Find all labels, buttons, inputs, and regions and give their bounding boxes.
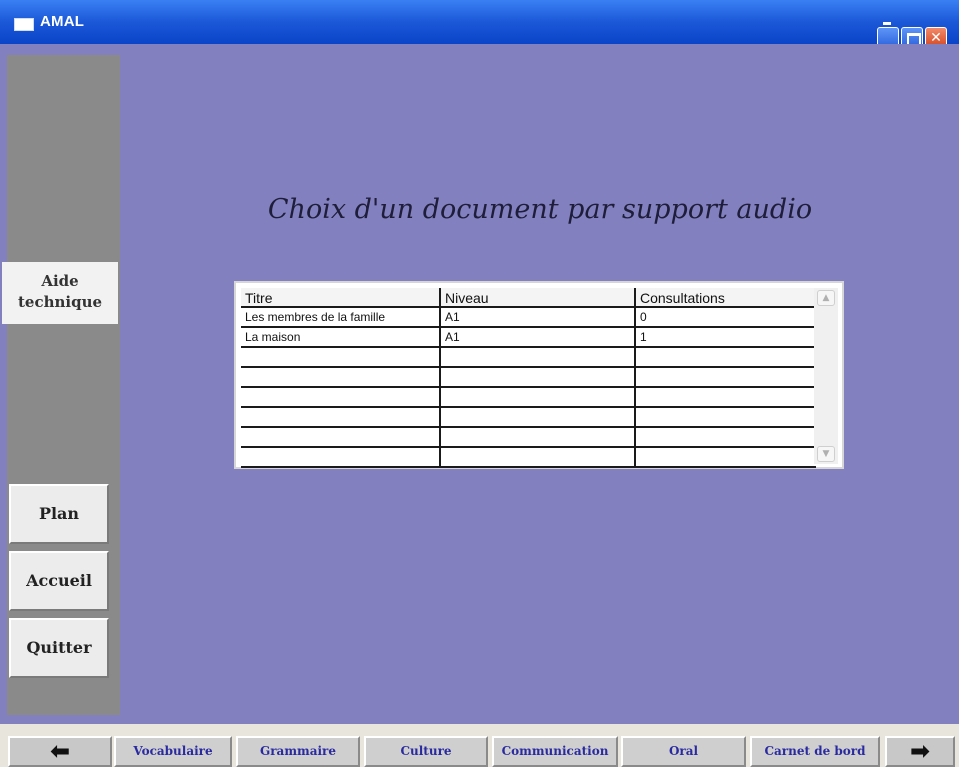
table-row[interactable]: Les membres de la famille A1 0 — [241, 308, 816, 328]
page-title: Choix d'un document par support audio — [267, 194, 813, 225]
grid-scrollbar[interactable]: ▲ ▼ — [814, 288, 838, 464]
scroll-up-icon[interactable]: ▲ — [817, 290, 835, 306]
table-row[interactable]: La maison A1 1 — [241, 328, 816, 348]
column-header-niveau[interactable]: Niveau — [441, 288, 636, 308]
left-panel — [7, 55, 120, 715]
quitter-button[interactable]: Quitter — [9, 618, 109, 678]
grid-body: Titre Niveau Consultations Les membres d… — [241, 288, 816, 468]
table-cell[interactable] — [441, 348, 636, 368]
aide-label-line2: technique — [17, 293, 103, 311]
title-bar: AMAL ✕ — [0, 0, 959, 49]
table-row[interactable] — [241, 408, 816, 428]
table-cell[interactable]: A1 — [441, 308, 636, 328]
table-cell[interactable] — [636, 448, 816, 468]
tab-grammaire[interactable]: Grammaire — [236, 736, 360, 767]
table-row[interactable] — [241, 368, 816, 388]
tab-vocabulaire[interactable]: Vocabulaire — [114, 736, 232, 767]
table-cell[interactable]: Les membres de la famille — [241, 308, 441, 328]
table-cell[interactable] — [241, 348, 441, 368]
arrow-right-icon: ➡ — [909, 737, 931, 765]
table-cell[interactable] — [441, 448, 636, 468]
aide-technique-button[interactable]: Aide technique — [2, 262, 118, 324]
table-cell[interactable] — [636, 388, 816, 408]
table-cell[interactable] — [241, 448, 441, 468]
tab-carnet-de-bord[interactable]: Carnet de bord — [750, 736, 880, 767]
tab-culture[interactable]: Culture — [364, 736, 488, 767]
table-row[interactable] — [241, 428, 816, 448]
table-cell[interactable] — [441, 388, 636, 408]
plan-button[interactable]: Plan — [9, 484, 109, 544]
arrow-left-icon: ⬅ — [49, 737, 71, 765]
accueil-button[interactable]: Accueil — [9, 551, 109, 611]
tab-oral[interactable]: Oral — [621, 736, 746, 767]
table-cell[interactable] — [241, 428, 441, 448]
column-header-titre[interactable]: Titre — [241, 288, 441, 308]
table-row[interactable] — [241, 348, 816, 368]
table-cell[interactable]: 1 — [636, 328, 816, 348]
table-cell[interactable] — [441, 368, 636, 388]
table-cell[interactable] — [441, 408, 636, 428]
table-cell[interactable]: 0 — [636, 308, 816, 328]
table-cell[interactable] — [636, 348, 816, 368]
table-cell[interactable]: A1 — [441, 328, 636, 348]
table-row[interactable] — [241, 448, 816, 468]
table-cell[interactable] — [241, 368, 441, 388]
table-cell[interactable] — [241, 388, 441, 408]
forward-button[interactable]: ➡ — [885, 736, 955, 767]
table-cell[interactable] — [636, 428, 816, 448]
tab-communication[interactable]: Communication — [492, 736, 618, 767]
table-cell[interactable] — [241, 408, 441, 428]
table-cell[interactable] — [636, 408, 816, 428]
table-cell[interactable]: La maison — [241, 328, 441, 348]
aide-label-line1: Aide — [41, 272, 79, 290]
document-grid[interactable]: Titre Niveau Consultations Les membres d… — [234, 281, 844, 469]
column-header-consultations[interactable]: Consultations — [636, 288, 816, 308]
bottom-tab-bar: ⬅ ➡ Vocabulaire Grammaire Culture Communica… — [0, 724, 959, 767]
table-cell[interactable] — [441, 428, 636, 448]
table-row[interactable] — [241, 388, 816, 408]
table-cell[interactable] — [636, 368, 816, 388]
main-area: Aide technique Plan Accueil Quitter Choi… — [0, 44, 959, 724]
back-button[interactable]: ⬅ — [8, 736, 112, 767]
grid-header-row: Titre Niveau Consultations — [241, 288, 816, 308]
scroll-down-icon[interactable]: ▼ — [817, 446, 835, 462]
window-title: AMAL — [40, 13, 85, 30]
app-window-icon — [14, 18, 34, 31]
